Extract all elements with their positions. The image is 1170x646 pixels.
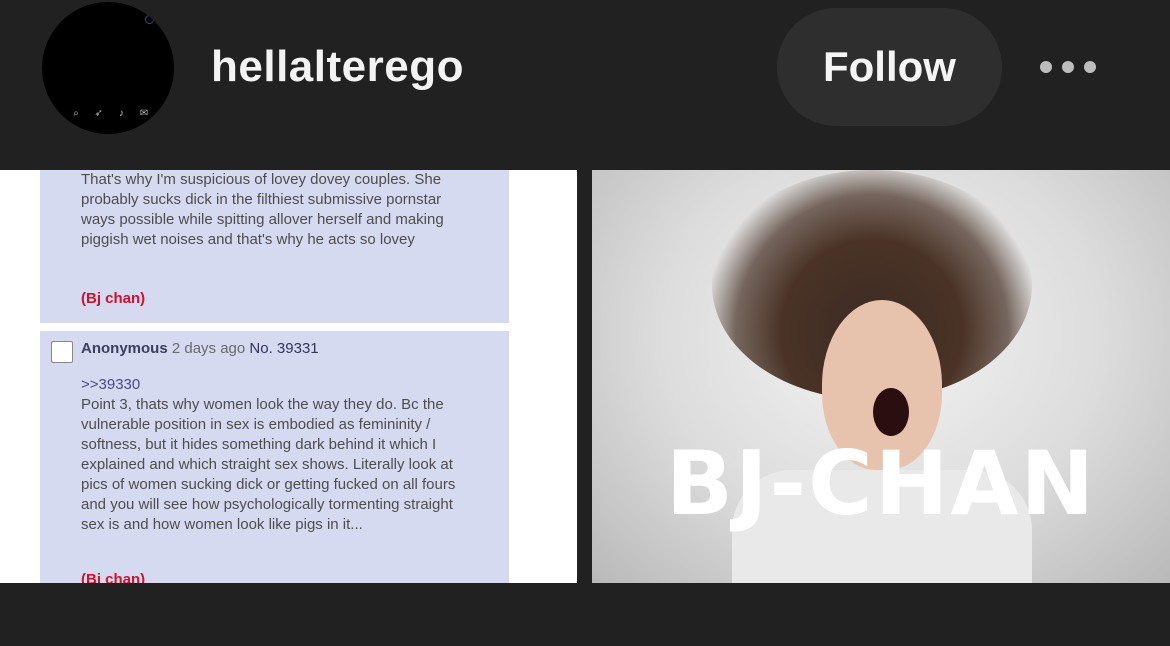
poster-name: Anonymous bbox=[81, 340, 168, 357]
more-options-button[interactable] bbox=[1040, 58, 1110, 76]
post-body: That's why I'm suspicious of lovey dovey… bbox=[81, 171, 444, 248]
avatar[interactable]: ⌕ ➶ ♪ ✉ bbox=[42, 2, 174, 134]
avatar-mini-toolbar: ⌕ ➶ ♪ ✉ bbox=[70, 108, 150, 120]
post-image-photo[interactable]: BJ-CHAN bbox=[592, 170, 1170, 583]
loading-icon bbox=[145, 15, 154, 24]
rocket-icon: ➶ bbox=[94, 108, 103, 119]
post-checkbox bbox=[51, 341, 73, 363]
mail-icon: ✉ bbox=[139, 108, 149, 119]
username[interactable]: hellalterego bbox=[211, 42, 464, 92]
forum-post: Anonymous 2 days ago No. 39331 >>39330 P… bbox=[40, 331, 509, 583]
mouth-shape bbox=[873, 388, 909, 436]
post-tag: (Bj chan) bbox=[81, 290, 146, 307]
post-body-text: Point 3, thats why women look the way th… bbox=[81, 396, 456, 533]
ellipsis-icon bbox=[1062, 61, 1074, 73]
follow-button[interactable]: Follow bbox=[777, 8, 1002, 126]
forum-post: That's why I'm suspicious of lovey dovey… bbox=[40, 170, 509, 323]
image-caption: BJ-CHAN bbox=[665, 432, 1097, 535]
post-image-screenshot[interactable]: That's why I'm suspicious of lovey dovey… bbox=[0, 170, 577, 583]
post-header-line: Anonymous 2 days ago No. 39331 bbox=[81, 340, 319, 357]
post-number: No. 39331 bbox=[249, 340, 319, 357]
post-tag: (Bj chan) bbox=[81, 571, 146, 583]
post-header: ⌕ ➶ ♪ ✉ hellalterego Follow bbox=[0, 0, 1170, 138]
search-icon: ⌕ bbox=[73, 108, 79, 119]
ellipsis-icon bbox=[1084, 61, 1096, 73]
post-body: >>39330 Point 3, thats why women look th… bbox=[81, 375, 461, 535]
ellipsis-icon bbox=[1040, 61, 1052, 73]
quote-link: >>39330 bbox=[81, 376, 141, 393]
bell-icon: ♪ bbox=[118, 108, 124, 119]
post-date: 2 days ago bbox=[171, 340, 246, 357]
